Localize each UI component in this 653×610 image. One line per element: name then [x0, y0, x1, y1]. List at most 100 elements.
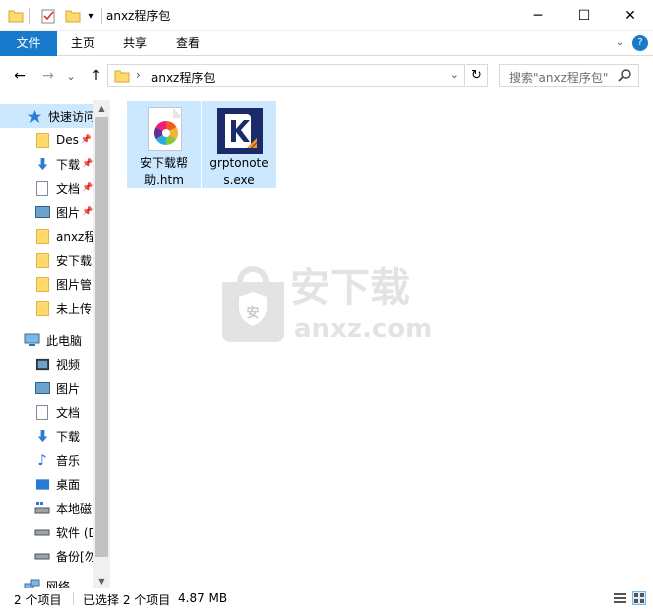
- path-separator[interactable]: ›: [136, 68, 141, 82]
- navigation-bar: ← → ⌄ ↑ › anxz程序包 ⌄ ↻ 搜索"anxz程序包": [0, 56, 653, 96]
- tab-home[interactable]: 主页: [60, 31, 106, 56]
- tab-share[interactable]: 共享: [112, 31, 158, 56]
- new-folder-icon[interactable]: [63, 6, 83, 26]
- recent-locations-button[interactable]: ⌄: [64, 66, 78, 86]
- divider: [73, 592, 74, 605]
- sidebar-item-backup[interactable]: 备份[勿: [0, 544, 93, 568]
- download-icon: [34, 428, 50, 444]
- expand-ribbon-icon[interactable]: ⌄: [612, 35, 628, 51]
- status-bar: 2 个项目 已选择 2 个项目 4.87 MB: [0, 588, 653, 610]
- sidebar-item-pc-documents[interactable]: 文档: [0, 400, 93, 424]
- ribbon-tabs: 文件 主页 共享 查看 ⌄ ?: [0, 31, 653, 56]
- search-icon[interactable]: [618, 68, 632, 85]
- customize-toolbar-icon[interactable]: ▾: [85, 6, 97, 26]
- sidebar-item-downloads[interactable]: 下载 📌: [0, 152, 93, 176]
- file-name-line2: s.exe: [223, 173, 255, 187]
- folder-icon: [34, 132, 50, 148]
- folder-icon: [34, 300, 50, 316]
- folder-icon: [34, 276, 50, 292]
- sidebar-item-videos[interactable]: 视频: [0, 352, 93, 376]
- minimize-button[interactable]: ─: [515, 0, 561, 31]
- properties-icon[interactable]: [38, 6, 58, 26]
- sidebar-item-anxz[interactable]: anxz程: [0, 224, 93, 248]
- sidebar-item-desktop[interactable]: Des 📌: [0, 128, 93, 152]
- refresh-button[interactable]: ↻: [466, 64, 488, 87]
- sidebar-item-label: 文档: [56, 405, 81, 420]
- video-icon: [34, 356, 50, 372]
- sidebar-item-label: 此电脑: [46, 333, 83, 348]
- pin-icon: 📌: [82, 207, 93, 217]
- document-icon: [34, 404, 50, 420]
- music-icon: ♪: [37, 451, 47, 469]
- up-button[interactable]: ↑: [86, 66, 106, 86]
- sidebar-item-local-disk[interactable]: 本地磁: [0, 496, 93, 520]
- divider: [101, 8, 102, 24]
- title-bar: ▾ anxz程序包 ─ ☐ ✕: [0, 0, 653, 31]
- scrollbar-thumb[interactable]: [95, 117, 108, 557]
- folder-icon: [34, 228, 50, 244]
- close-button[interactable]: ✕: [607, 0, 653, 31]
- forward-button[interactable]: →: [38, 66, 58, 86]
- sidebar-item-not-uploaded[interactable]: 未上传: [0, 296, 93, 320]
- tab-file[interactable]: 文件: [0, 31, 57, 56]
- drive-icon: [34, 548, 50, 564]
- search-input[interactable]: 搜索"anxz程序包": [499, 64, 639, 87]
- sidebar-item-pictures[interactable]: 图片 📌: [0, 200, 93, 224]
- help-icon[interactable]: ?: [632, 35, 648, 51]
- document-icon: [34, 180, 50, 196]
- file-name: 安下载帮 助.htm: [128, 155, 200, 189]
- file-name: grptonote s.exe: [203, 155, 275, 189]
- sidebar-scrollbar[interactable]: ▲ ▼: [93, 100, 110, 590]
- back-button[interactable]: ←: [10, 66, 30, 86]
- sidebar-item-label: 图片: [56, 205, 81, 220]
- tab-view[interactable]: 查看: [165, 31, 211, 56]
- sidebar-item-quick-access[interactable]: 快速访问: [0, 104, 93, 128]
- details-view-icon[interactable]: [613, 591, 627, 605]
- sidebar-item-label: 下载: [56, 429, 81, 444]
- sidebar-item-label: 视频: [56, 357, 81, 372]
- sidebar-item-documents[interactable]: 文档 📌: [0, 176, 93, 200]
- sidebar-item-label: 快速访问: [48, 109, 93, 124]
- folder-icon: [8, 6, 24, 26]
- htm-file-icon: [148, 107, 183, 151]
- local-disk-icon: [34, 500, 50, 516]
- sidebar-item-desktop-pc[interactable]: 桌面: [0, 472, 93, 496]
- divider: [29, 8, 30, 24]
- sidebar-item-anxiazai[interactable]: 安下载: [0, 248, 93, 272]
- watermark-url-text: anxz.com: [294, 314, 433, 344]
- sidebar-item-label: 软件 (D: [56, 525, 93, 540]
- file-item-exe[interactable]: grptonote s.exe: [202, 101, 276, 188]
- address-bar[interactable]: › anxz程序包 ⌄: [107, 64, 465, 87]
- sidebar-item-label: Des: [56, 133, 79, 147]
- window-title: anxz程序包: [106, 9, 171, 23]
- sidebar-item-music[interactable]: ♪ 音乐: [0, 448, 93, 472]
- star-icon: [26, 108, 42, 124]
- pin-icon: 📌: [82, 183, 93, 193]
- folder-icon: [114, 68, 130, 87]
- sidebar-item-label: 备份[勿: [56, 549, 93, 564]
- computer-icon: [24, 332, 40, 348]
- exe-app-icon: [217, 108, 263, 154]
- watermark-shield-text: 安: [246, 306, 260, 321]
- sidebar-item-pc-pictures[interactable]: 图片: [0, 376, 93, 400]
- watermark-logo: 安 安下载 anxz.com: [218, 264, 434, 348]
- sidebar-item-picture-manager[interactable]: 图片管: [0, 272, 93, 296]
- pin-icon: 📌: [80, 135, 93, 145]
- search-placeholder: 搜索"anxz程序包": [509, 71, 609, 85]
- large-icons-view-icon[interactable]: [632, 591, 646, 605]
- download-icon: [34, 156, 50, 172]
- sidebar-item-pc-downloads[interactable]: 下载: [0, 424, 93, 448]
- sidebar-item-label: 本地磁: [56, 501, 93, 516]
- sidebar-item-label: 文档: [56, 181, 81, 196]
- scroll-up-arrow-icon[interactable]: ▲: [93, 100, 110, 117]
- address-dropdown-button[interactable]: ⌄: [450, 68, 459, 81]
- selected-count: 已选择 2 个项目: [83, 593, 171, 607]
- sidebar-item-label: 下载: [56, 157, 81, 172]
- address-path[interactable]: anxz程序包: [151, 69, 215, 86]
- desktop-icon: [34, 476, 50, 492]
- sidebar-item-this-pc[interactable]: 此电脑: [0, 328, 93, 352]
- file-item-htm[interactable]: 安下载帮 助.htm: [127, 101, 201, 188]
- selected-size: 4.87 MB: [178, 591, 228, 605]
- maximize-button[interactable]: ☐: [561, 0, 607, 31]
- sidebar-item-drive-d[interactable]: 软件 (D: [0, 520, 93, 544]
